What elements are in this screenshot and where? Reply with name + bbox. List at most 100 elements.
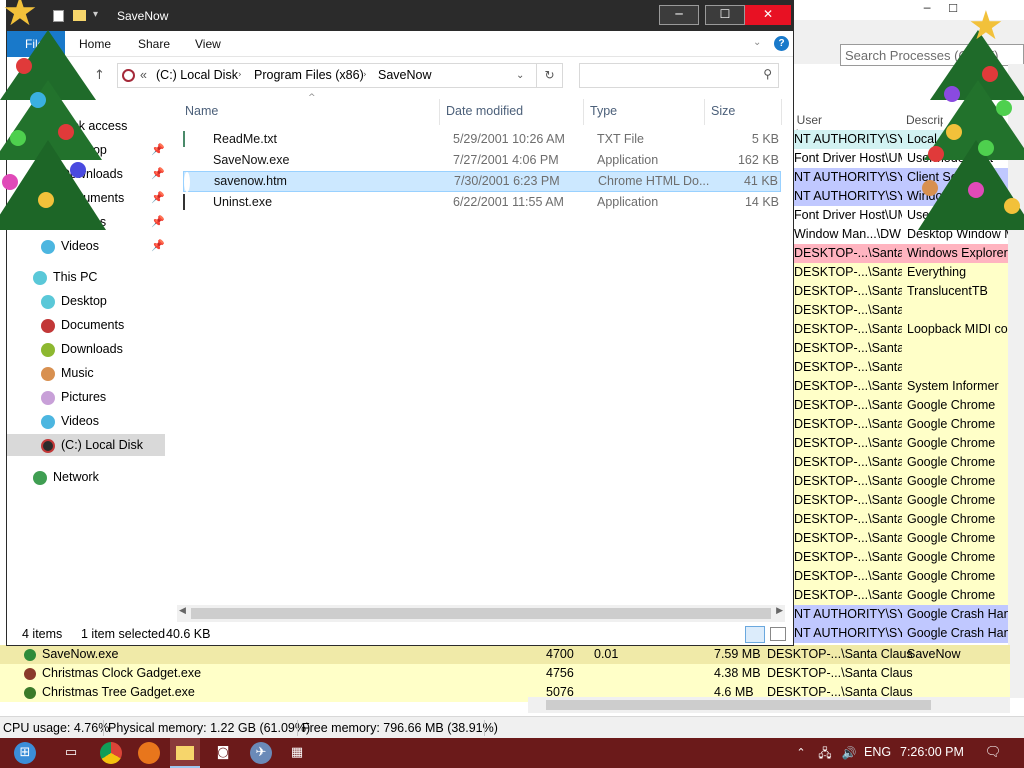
process-row[interactable]: DESKTOP-...\Santa Claus Google Chrome	[794, 586, 1024, 605]
expand-ribbon-icon[interactable]: ⌄	[753, 37, 761, 48]
videos-icon	[41, 240, 55, 254]
process-row[interactable]: DESKTOP-...\Santa Claus Google Chrome	[794, 491, 1024, 510]
process-row[interactable]: SaveNow.exe 4700 0.01 7.59 MB DESKTOP-...\Sa…	[0, 645, 1010, 664]
taskbar-clock[interactable]: 7:26:00 PM	[900, 745, 964, 759]
col-size-header[interactable]: Size	[711, 104, 735, 118]
help-icon[interactable]: ?	[774, 36, 789, 51]
process-row[interactable]: DESKTOP-...\Santa Claus Google Chrome	[794, 567, 1024, 586]
scrollbar-thumb[interactable]	[191, 608, 771, 619]
scroll-right-icon[interactable]: ▶	[776, 606, 783, 616]
tab-share[interactable]: Share	[138, 37, 170, 51]
process-row[interactable]: DESKTOP-...\Santa Claus Google Chrome	[794, 472, 1024, 491]
process-description: SaveNow	[907, 647, 961, 661]
process-explorer-taskbar-icon[interactable]: ◙	[212, 742, 234, 764]
process-description: System Informer	[907, 379, 999, 393]
address-overflow[interactable]: «	[140, 64, 147, 87]
process-row[interactable]: DESKTOP-...\Santa Claus Loopback MIDI con…	[794, 320, 1024, 339]
address-dropdown-icon[interactable]: ⌄	[516, 64, 524, 87]
savenow-taskbar-icon[interactable]: ✈	[250, 742, 272, 764]
process-description: Google Chrome	[907, 417, 996, 431]
app-taskbar-icon[interactable]: ▦	[286, 742, 308, 764]
title-bar: ▾ SaveNow ─ ☐ ✕	[7, 1, 793, 31]
chevron-right-icon[interactable]: ›	[238, 64, 242, 87]
process-user: DESKTOP-...\Santa Claus	[794, 246, 902, 260]
col-name-header[interactable]: Name	[185, 104, 218, 118]
process-row[interactable]: Christmas Clock Gadget.exe 4756 4.38 MB DES…	[0, 664, 1010, 683]
file-row[interactable]: Uninst.exe 6/22/2001 11:55 AM Applicatio…	[183, 192, 781, 213]
downloads-icon	[41, 343, 55, 357]
close-button[interactable]: ✕	[745, 5, 791, 25]
pin-icon: 📌	[151, 191, 165, 204]
text-file-icon	[183, 131, 185, 147]
nav-local-disk[interactable]: (C:) Local Disk	[7, 434, 165, 456]
tab-view[interactable]: View	[195, 37, 221, 51]
process-icon	[24, 687, 36, 699]
notifications-icon[interactable]: 🗨	[982, 742, 1004, 764]
star-icon: ★	[2, 0, 38, 35]
breadcrumb-local-disk[interactable]: (C:) Local Disk	[156, 64, 238, 87]
physical-memory-text: Physical memory: 1.22 GB (61.09%)	[108, 721, 311, 735]
process-user: DESKTOP-...\Santa Claus	[794, 360, 902, 374]
language-indicator[interactable]: ENG	[864, 745, 891, 759]
documents-icon	[41, 319, 55, 333]
network-tray-icon[interactable]: 🖧	[814, 742, 836, 764]
scroll-left-icon[interactable]: ◀	[179, 606, 186, 616]
process-row[interactable]: DESKTOP-...\Santa Claus	[794, 339, 1024, 358]
window-title: SaveNow	[117, 9, 169, 23]
process-description: Google Chrome	[907, 493, 996, 507]
breadcrumb-program-files[interactable]: Program Files (x86)	[254, 64, 364, 87]
file-row-selected[interactable]: savenow.htm 7/30/2001 6:23 PM Chrome HTM…	[183, 171, 781, 192]
process-row[interactable]: DESKTOP-...\Santa Claus Google Chrome	[794, 529, 1024, 548]
process-user: DESKTOP-...\Santa Claus	[794, 493, 902, 507]
process-icon	[24, 649, 36, 661]
address-bar[interactable]: « (C:) Local Disk › Program Files (x86) …	[117, 63, 537, 88]
process-row[interactable]: DESKTOP-...\Santa Claus Everything	[794, 263, 1024, 282]
process-row[interactable]: DESKTOP-...\Santa Claus TranslucentTB	[794, 282, 1024, 301]
process-description: Google Crash Handler	[907, 607, 1024, 621]
process-row[interactable]: DESKTOP-...\Santa Claus Google Chrome	[794, 510, 1024, 529]
pin-icon: 📌	[151, 239, 165, 252]
process-user: DESKTOP-...\Santa Claus	[794, 284, 902, 298]
search-input[interactable]: ⚲	[579, 63, 779, 88]
start-button[interactable]: ⊞	[14, 742, 36, 764]
file-explorer-taskbar-icon[interactable]	[170, 738, 200, 768]
process-user: NT AUTHORITY\SYSTEM	[794, 170, 902, 184]
file-row[interactable]: SaveNow.exe 7/27/2001 4:06 PM Applicatio…	[183, 150, 781, 171]
chrome-taskbar-icon[interactable]	[100, 742, 122, 764]
process-description: Google Crash Handler	[907, 626, 1024, 640]
search-icon: ⚲	[763, 67, 772, 81]
process-row[interactable]: DESKTOP-...\Santa Claus Google Chrome	[794, 396, 1024, 415]
process-row[interactable]: NT AUTHORITY\SYSTEM Google Crash Handler	[794, 605, 1024, 624]
process-row[interactable]: DESKTOP-...\Santa Claus	[794, 301, 1024, 320]
process-row[interactable]: DESKTOP-...\Santa Claus System Informer	[794, 377, 1024, 396]
process-row[interactable]: DESKTOP-...\Santa Claus	[794, 358, 1024, 377]
process-horizontal-scrollbar[interactable]	[528, 697, 1010, 713]
col-type-header[interactable]: Type	[590, 104, 617, 118]
cpu-usage-text: CPU usage: 4.76%	[3, 721, 110, 735]
chevron-right-icon[interactable]: ›	[363, 64, 367, 87]
task-view-icon[interactable]: ▭	[60, 742, 82, 764]
firefox-taskbar-icon[interactable]	[138, 742, 160, 764]
process-row[interactable]: DESKTOP-...\Santa Claus Google Chrome	[794, 434, 1024, 453]
videos-icon	[41, 415, 55, 429]
process-row[interactable]: DESKTOP-...\Santa Claus Google Chrome	[794, 415, 1024, 434]
volume-tray-icon[interactable]: 🔊	[838, 742, 860, 764]
col-date-header[interactable]: Date modified	[446, 104, 523, 118]
sort-ascending-icon: ^	[308, 93, 316, 103]
file-row[interactable]: ReadMe.txt 5/29/2001 10:26 AM TXT File 5…	[183, 129, 781, 150]
show-hidden-icons[interactable]: ⌃	[790, 742, 812, 764]
process-row[interactable]: DESKTOP-...\Santa Claus Google Chrome	[794, 548, 1024, 567]
process-row[interactable]: NT AUTHORITY\SYSTEM Google Crash Handler	[794, 624, 1024, 643]
large-icons-view-icon[interactable]	[770, 627, 786, 641]
maximize-button[interactable]: ☐	[705, 5, 745, 25]
process-row[interactable]: DESKTOP-...\Santa Claus Windows Explorer	[794, 244, 1024, 263]
horizontal-scrollbar[interactable]: ◀ ▶	[177, 605, 785, 622]
minimize-button[interactable]: ─	[659, 5, 699, 25]
breadcrumb-savenow[interactable]: SaveNow	[378, 64, 432, 87]
process-description: Google Chrome	[907, 588, 996, 602]
item-count: 4 items	[22, 627, 63, 641]
process-name: Christmas Clock Gadget.exe	[42, 666, 202, 680]
process-row[interactable]: DESKTOP-...\Santa Claus Google Chrome	[794, 453, 1024, 472]
details-view-icon[interactable]	[745, 626, 765, 643]
refresh-button[interactable]: ↻	[537, 63, 563, 88]
